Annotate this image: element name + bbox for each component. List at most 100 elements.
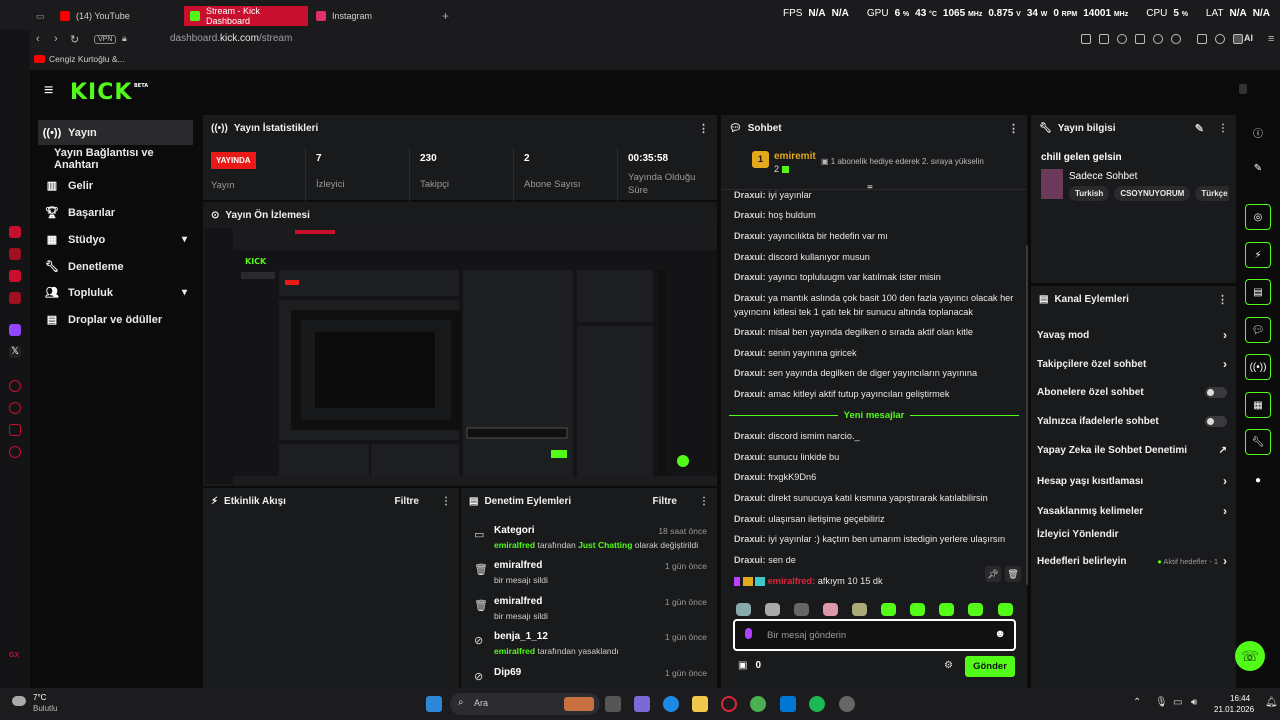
twitch-icon[interactable] (9, 324, 21, 336)
edit-icon[interactable]: ✎ (1195, 122, 1204, 135)
chat-message[interactable]: Draxui: iyi yayınlar (734, 188, 1024, 202)
vpn-badge[interactable]: VPN (94, 35, 117, 44)
settings-icon[interactable] (9, 446, 21, 458)
more-options-icon[interactable]: ⋮ (1218, 123, 1228, 134)
sidebar-app-icon[interactable] (9, 226, 21, 238)
menu-icon[interactable]: ≡ (1268, 33, 1274, 45)
notification-icon[interactable]: 🔔︎ (1265, 697, 1278, 708)
spotify-icon[interactable] (809, 696, 825, 712)
app-icon[interactable] (839, 696, 855, 712)
pin-message-icon[interactable]: 📌︎ (985, 566, 1001, 582)
x-icon[interactable]: 𝕏 (9, 346, 21, 358)
nav-item-stream-key[interactable]: Yayın Bağlantısı ve Anahtarı (38, 146, 193, 171)
ai-button[interactable]: AI (1244, 33, 1253, 43)
chat-message[interactable]: Draxui: ulaşırsan iletişime geçebiliriz (734, 512, 1024, 526)
document-icon[interactable]: ▤ (1245, 279, 1271, 305)
edit-icon[interactable]: ✎ (1245, 155, 1271, 181)
emote-icon[interactable] (939, 603, 954, 616)
extension-icon[interactable] (9, 424, 21, 436)
chat-message[interactable]: Draxui: iyi yayınlar :) kaçtım ben umarı… (734, 532, 1024, 546)
wrench-icon[interactable]: 🔧︎ (1245, 429, 1271, 455)
bolt-icon[interactable]: ⚡︎ (1245, 242, 1271, 268)
followers-only-row[interactable]: Takipçilere özel sohbet › (1037, 357, 1227, 371)
tab-kick-dashboard[interactable]: Stream - Kick Dashboard (184, 6, 308, 26)
url-field[interactable]: dashboard.kick.com/stream (170, 33, 292, 44)
snapshot-icon[interactable] (1099, 34, 1109, 44)
kick-logo[interactable]: KICK BETA (70, 80, 148, 105)
chrome-icon[interactable] (750, 696, 766, 712)
chat-message[interactable]: Draxui: misal ben yayında degilken o sır… (734, 325, 1024, 339)
opera-gx-icon[interactable] (721, 696, 737, 712)
sidebar-app-icon[interactable] (9, 248, 21, 260)
taskbar-search[interactable]: ⌕ Ara (450, 693, 600, 715)
chat-message[interactable]: Draxui: sen de (734, 553, 1024, 567)
nav-item-revenue[interactable]: ▥ Gelir (38, 173, 193, 198)
emote-icon[interactable] (910, 603, 925, 616)
sidebar-app-icon[interactable] (9, 292, 21, 304)
tab-youtube[interactable]: (14) YouTube (54, 6, 182, 26)
chat-message[interactable]: Draxui: discord ismim narcio._ (734, 429, 1024, 443)
chevron-down-icon[interactable]: ▾ (182, 287, 187, 298)
share-icon[interactable] (1135, 34, 1145, 44)
bookmark-item[interactable]: Cengiz Kurtoğlu &... (49, 54, 125, 64)
chat-input[interactable]: Bir mesaj gönderin ☻ (733, 619, 1016, 651)
tag-chip[interactable]: Turkish (1069, 186, 1110, 201)
subscribers-only-toggle[interactable] (1205, 387, 1227, 398)
stream-preview-video[interactable]: KICK (205, 228, 717, 484)
weather-label[interactable]: Bulutlu (33, 704, 57, 713)
nav-item-stream[interactable]: ((•)) Yayın (38, 120, 193, 145)
account-age-row[interactable]: Hesap yaşı kısıtlaması › (1037, 474, 1227, 488)
emoji-icon[interactable]: ☻ (994, 628, 1006, 640)
header-badge-icon[interactable] (1239, 84, 1247, 94)
adblock-icon[interactable] (1117, 34, 1127, 44)
chat-message[interactable]: Draxui: frxgkK9Dn6 (734, 470, 1024, 484)
chat-message[interactable]: Draxui: yayıncılıkta bir hedefin var mı (734, 229, 1024, 243)
profile-icon[interactable] (1233, 34, 1243, 44)
more-options-icon[interactable]: ⋮ (699, 496, 709, 507)
tag-chip[interactable]: Türkçe (1195, 186, 1229, 201)
emote-icon[interactable] (998, 603, 1013, 616)
list-icon[interactable]: ▦ (1245, 392, 1271, 418)
raid-row[interactable]: İzleyici Yönlendir (1037, 529, 1227, 540)
hamburger-menu-icon[interactable]: ≡ (44, 82, 53, 100)
nav-item-achievements[interactable]: 🏆︎ Başarılar (38, 200, 193, 225)
info-icon[interactable]: ⓘ (1245, 119, 1271, 145)
chat-settings-icon[interactable]: ⚙ (944, 660, 953, 671)
task-view-icon[interactable] (605, 696, 621, 712)
tab-instagram[interactable]: Instagram (310, 6, 434, 26)
channel-points[interactable]: ▣ 0 (738, 660, 761, 671)
ai-moderation-row[interactable]: Yapay Zeka ile Sohbet Denetimi ↗ (1037, 445, 1227, 456)
reload-icon[interactable]: ↻ (70, 33, 79, 46)
tag-chip[interactable]: CSOYNUYORUM (1114, 186, 1191, 201)
weather-temp[interactable]: 7°C (33, 693, 46, 702)
nav-item-moderation[interactable]: 🔧︎ Denetleme (38, 254, 193, 279)
nav-item-drops[interactable]: ▤ Droplar ve ödüller (38, 307, 193, 332)
chat-message[interactable]: Draxui: yayıncı topluluugm var katılmak … (734, 270, 1024, 284)
emote-icon[interactable] (823, 603, 838, 616)
emote-only-toggle[interactable] (1205, 416, 1227, 427)
emote-icon[interactable] (794, 603, 809, 616)
network-icon[interactable]: ▭ (1173, 697, 1182, 708)
chat-message[interactable]: Draxui: senin yayınına giricek (734, 346, 1024, 360)
emote-icon[interactable] (736, 603, 751, 616)
tab-overview-icon[interactable]: ▭ (30, 6, 51, 26)
emote-icon[interactable] (852, 603, 867, 616)
nav-item-studio[interactable]: ▦ Stüdyo ▾ (38, 227, 193, 252)
more-options-icon[interactable]: ⋮ (441, 496, 451, 507)
store-icon[interactable] (780, 696, 796, 712)
microphone-icon[interactable] (745, 628, 752, 639)
clock-time[interactable]: 16:44 (1230, 694, 1250, 703)
app-icon[interactable] (634, 696, 650, 712)
more-options-icon[interactable]: ⋮ (1217, 293, 1228, 306)
emote-icon[interactable] (765, 603, 780, 616)
broadcast-icon[interactable]: ((•)) (1245, 354, 1271, 380)
chat-message[interactable]: Draxui: ya mantık aslında çok basit 100 … (734, 291, 1024, 319)
sidebar-app-icon[interactable] (9, 270, 21, 282)
emote-icon[interactable] (881, 603, 896, 616)
chat-message-own[interactable]: emiralfred: afkıym 10 15 dk (734, 574, 1024, 588)
goals-row[interactable]: Hedefleri belirleyin ● Aktif hedefler - … (1037, 554, 1227, 568)
microphone-tray-icon[interactable]: 🎙︎ (1155, 697, 1168, 708)
clock-icon[interactable] (9, 402, 21, 414)
heart-icon[interactable] (1171, 34, 1181, 44)
extensions-icon[interactable] (1197, 34, 1207, 44)
